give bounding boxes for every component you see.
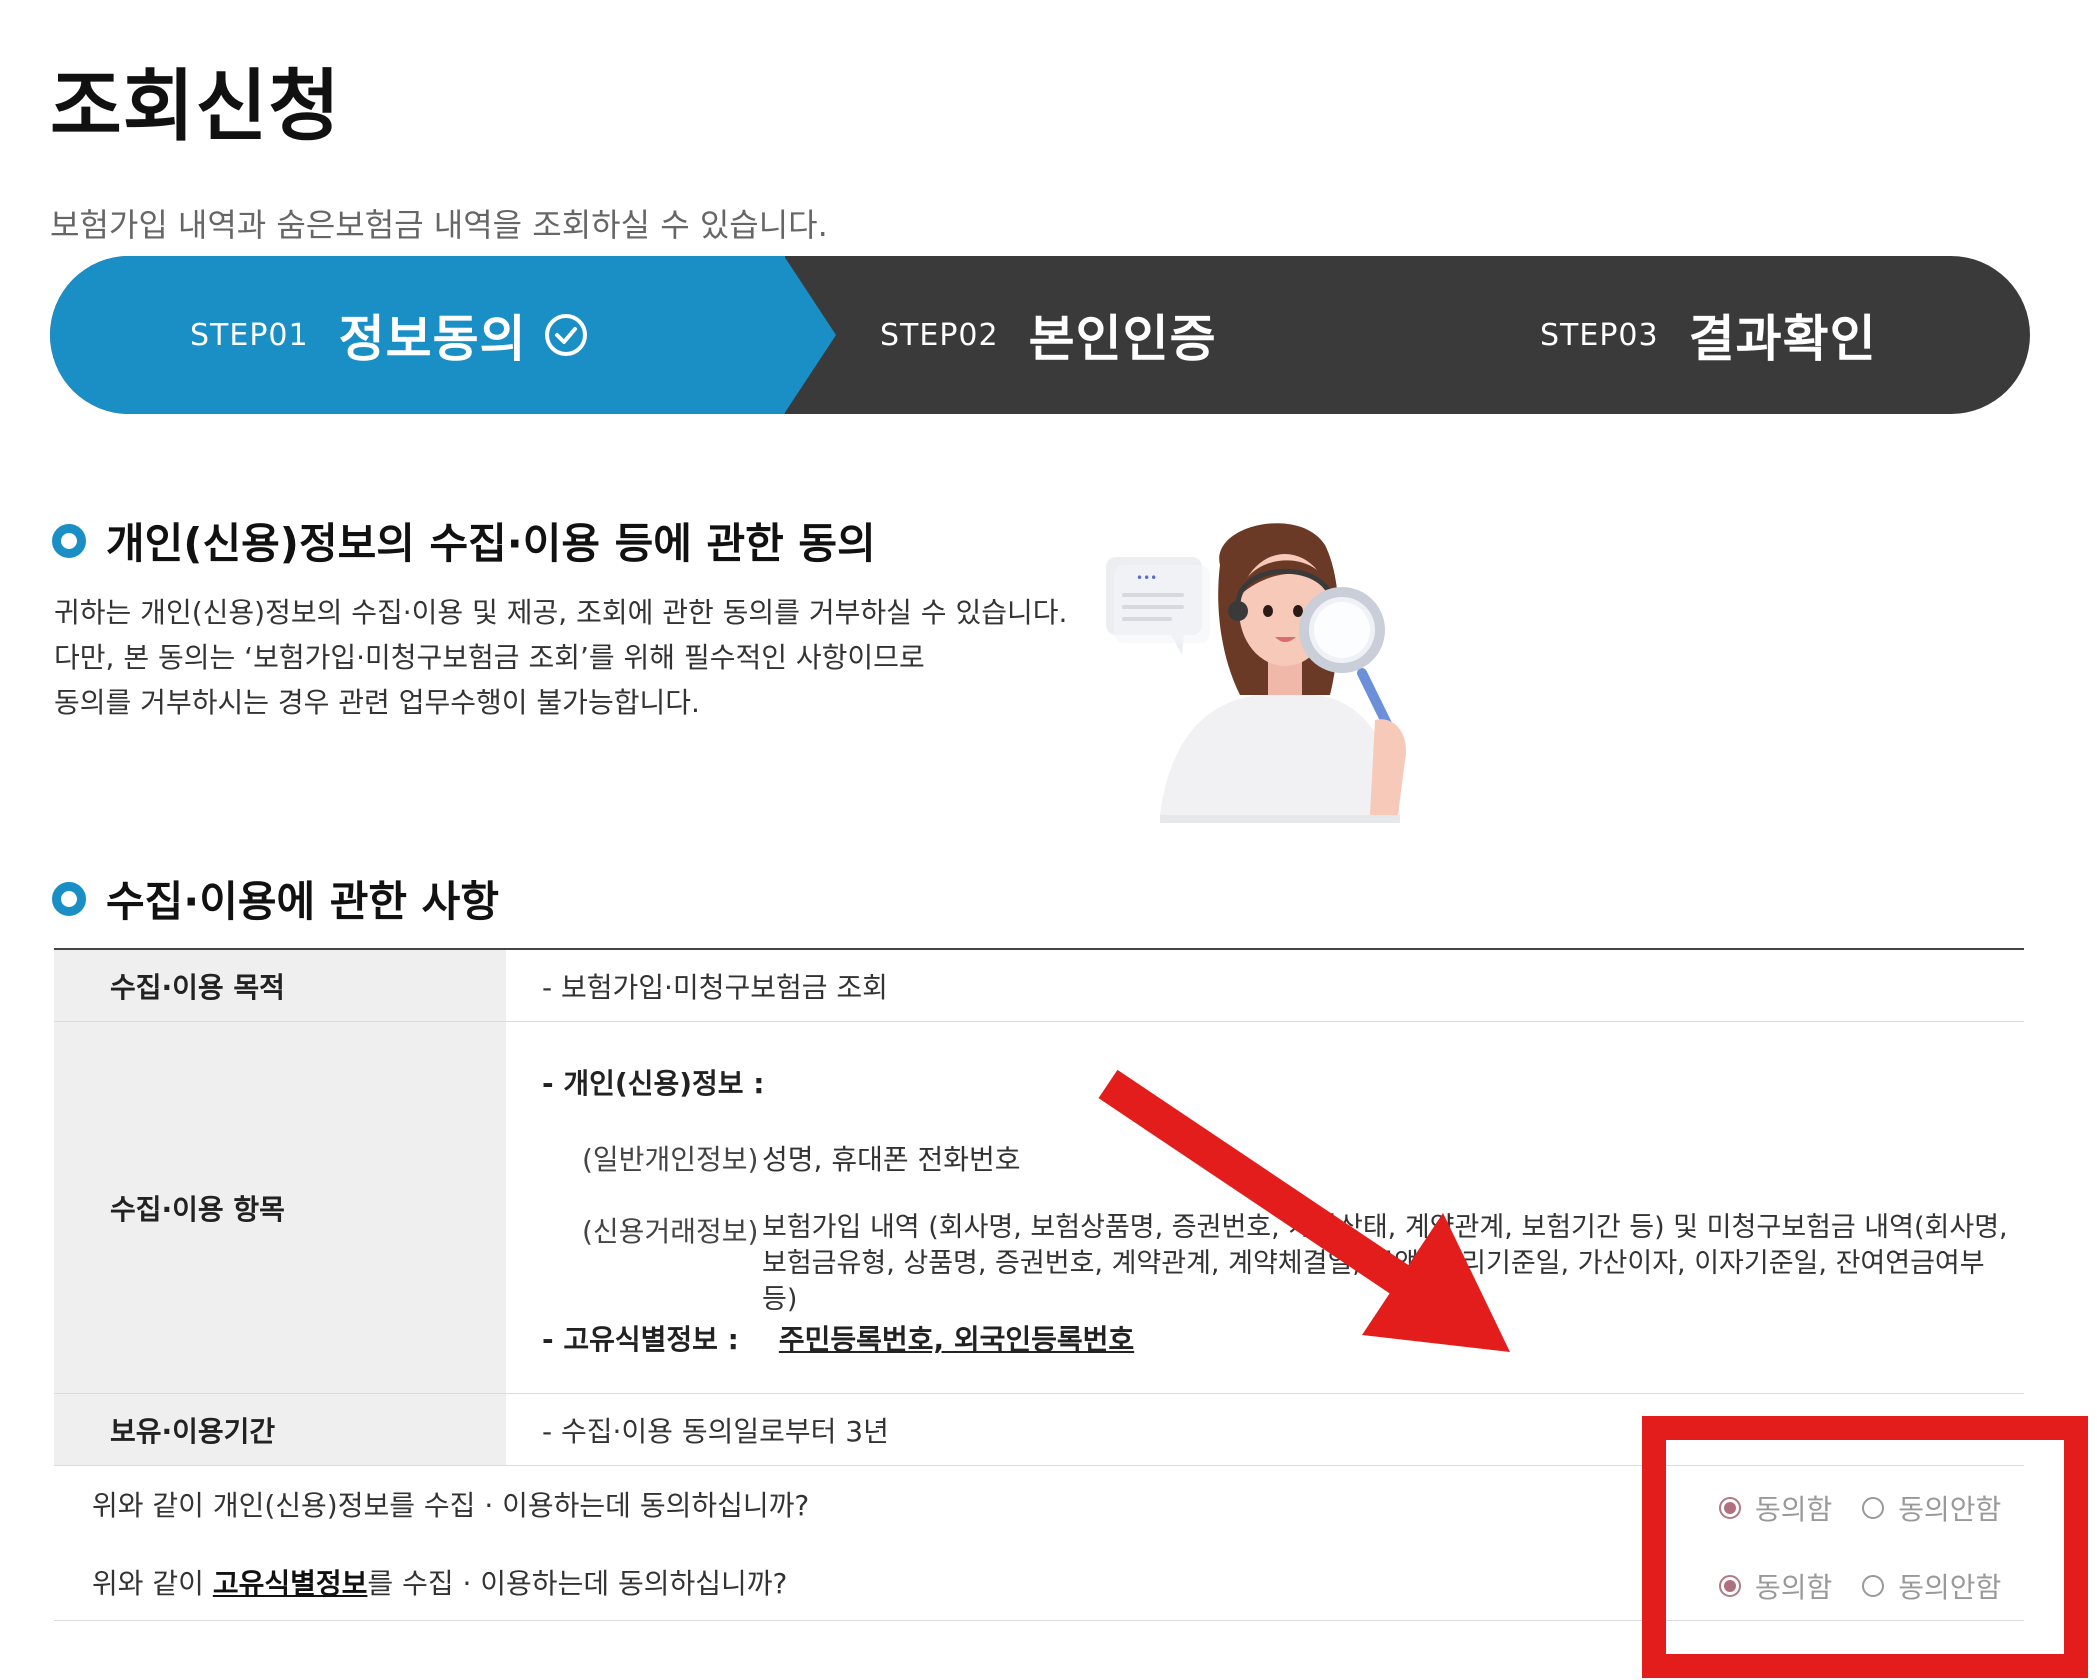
agree-radio-1[interactable] [1719,1497,1741,1519]
chat-bubble-dots: ••• [1136,571,1157,585]
agree-option-2[interactable]: 동의함 [1719,1566,1832,1606]
purpose-value: - 보험가입·미청구보험금 조회 [542,970,888,1004]
consent-section-title: 개인(신용)정보의 수집·이용 등에 관한 동의 [106,519,876,568]
table-row-items: 수집·이용 항목 - 개인(신용)정보 : (일반개인정보) 성명, 휴대폰 전… [54,1022,2024,1394]
unique-id-heading: - 고유식별정보 : [542,1323,739,1356]
page-title: 조회신청 [50,62,342,152]
check-circle-icon [544,314,587,356]
consultant-magnifier-illustration: ••• [1106,523,1406,823]
table-row-retention: 보유·이용기간 - 수집·이용 동의일로부터 3년 [54,1394,2024,1466]
consent-radio-group-2: 동의함 동의안함 [1719,1566,2031,1606]
consent-line-2: 다만, 본 동의는 ‘보험가입·미청구보험금 조회’를 위해 필수적인 사항이므… [54,641,925,674]
page-subtitle: 보험가입 내역과 숨은보험금 내역을 조회하실 수 있습니다. [50,206,828,244]
general-info-value: 성명, 휴대폰 전화번호 [762,1143,1021,1176]
step-2: STEP02 본인인증 [880,256,1217,414]
section-bullet-icon [52,523,86,558]
step-2-number: STEP02 [880,317,999,353]
disagree-option-2[interactable]: 동의안함 [1862,1566,2001,1606]
table-row-purpose: 수집·이용 목적 - 보험가입·미청구보험금 조회 [54,950,2024,1022]
disagree-label-2: 동의안함 [1898,1571,2002,1604]
consent-radio-group-1: 동의함 동의안함 [1719,1488,2031,1528]
consent-line-3: 동의를 거부하시는 경우 관련 업무수행이 불가능합니다. [54,686,700,719]
usage-section-title: 수집·이용에 관한 사항 [106,877,499,926]
disagree-radio-1[interactable] [1862,1497,1885,1519]
chat-bubble-icon: ••• [1106,557,1210,655]
step-progress-bar: STEP01 정보동의 STEP02 본인인증 STEP03 결과확인 [50,256,2030,414]
agree-radio-2[interactable] [1719,1575,1741,1597]
consent-section-heading: 개인(신용)정보의 수집·이용 등에 관한 동의 [52,510,876,571]
active-step-arrow [784,256,836,414]
usage-section-heading: 수집·이용에 관한 사항 [52,868,499,929]
credit-info-line: (신용거래정보) 보험가입 내역 (회사명, 보험상품명, 증권번호, 계약상태… [542,1210,2024,1318]
question-2-emphasis: 고유식별정보 [212,1566,368,1600]
step-3-name: 결과확인 [1688,310,1877,368]
credit-info-value-line-2: 보험금유형, 상품명, 증권번호, 계약관계, 계약체결일, 금액, 금리기준일… [762,1248,1985,1315]
usage-info-table: 수집·이용 목적 - 보험가입·미청구보험금 조회 수집·이용 항목 - 개인(… [54,948,2024,1466]
personal-info-heading: - 개인(신용)정보 : [542,1067,765,1100]
agree-option-1[interactable]: 동의함 [1719,1488,1832,1528]
general-info-line: (일반개인정보) 성명, 휴대폰 전화번호 [542,1138,2024,1210]
step-3-number: STEP03 [1540,317,1659,353]
question-2-post: 를 수집 · 이용하는데 동의하십니까? [367,1566,788,1600]
consent-description: 귀하는 개인(신용)정보의 수집·이용 및 제공, 조회에 관한 동의를 거부하… [54,590,1067,725]
section-bullet-icon [52,881,86,916]
disagree-radio-2[interactable] [1862,1575,1885,1597]
credit-info-label: (신용거래정보) [582,1215,759,1248]
step-2-name: 본인인증 [1028,310,1217,368]
agree-label-2: 동의함 [1755,1571,1833,1604]
disagree-option-1[interactable]: 동의안함 [1862,1488,2001,1528]
retention-value: - 수집·이용 동의일로부터 3년 [542,1414,889,1448]
agree-label-1: 동의함 [1755,1493,1833,1526]
unique-id-line: - 고유식별정보 : 주민등록번호, 외국인등록번호 [542,1318,2024,1358]
general-info-label: (일반개인정보) [582,1143,759,1176]
disagree-label-1: 동의안함 [1898,1493,2002,1526]
consent-question-1: 위와 같이 개인(신용)정보를 수집 · 이용하는데 동의하십니까? [54,1484,809,1524]
step-1-number: STEP01 [190,317,309,353]
credit-info-value: 보험가입 내역 (회사명, 보험상품명, 증권번호, 계약상태, 계약관계, 보… [762,1210,2024,1318]
question-1-text: 위와 같이 개인(신용)정보를 수집 · 이용하는데 동의하십니까? [92,1489,810,1522]
step-3: STEP03 결과확인 [1540,256,1877,414]
step-1-name: 정보동의 [338,310,527,368]
consent-question-2: 위와 같이 고유식별정보를 수집 · 이용하는데 동의하십니까? [54,1562,787,1602]
step-1: STEP01 정보동의 [190,256,589,414]
items-value: - 개인(신용)정보 : (일반개인정보) 성명, 휴대폰 전화번호 (신용거래… [506,1022,2024,1393]
retention-label: 보유·이용기간 [54,1394,506,1465]
credit-info-value-line-1: 보험가입 내역 (회사명, 보험상품명, 증권번호, 계약상태, 계약관계, 보… [762,1212,2008,1243]
purpose-label: 수집·이용 목적 [54,950,506,1021]
consent-line-1: 귀하는 개인(신용)정보의 수집·이용 및 제공, 조회에 관한 동의를 거부하… [54,596,1068,629]
unique-id-value: 주민등록번호, 외국인등록번호 [778,1323,1135,1356]
question-2-pre: 위와 같이 [92,1566,213,1600]
items-label: 수집·이용 항목 [54,1022,506,1393]
